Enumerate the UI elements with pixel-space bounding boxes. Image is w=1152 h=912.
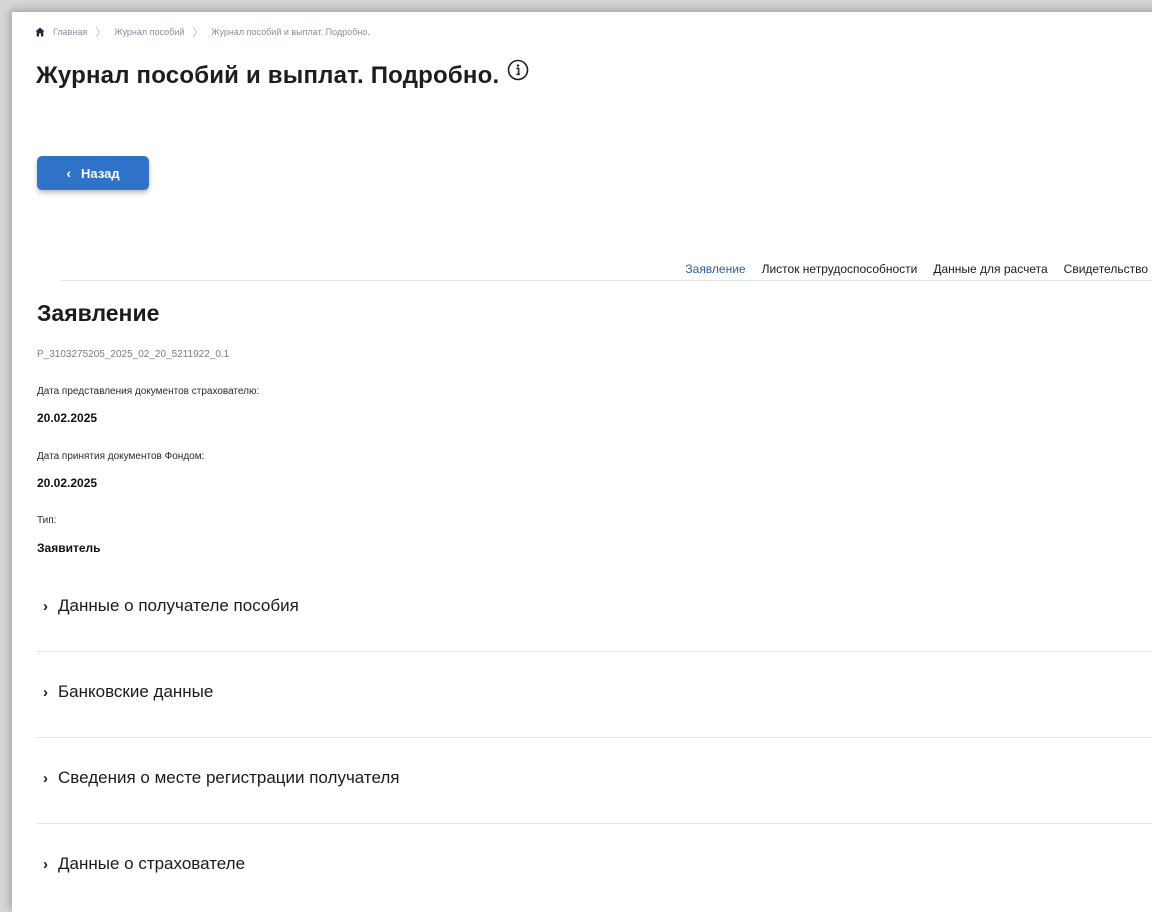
chevron-right-icon: › — [43, 855, 48, 873]
page-title: Журнал пособий и выплат. Подробно. — [36, 59, 529, 90]
accordion-item-recipient[interactable]: › Данные о получателе пособия — [37, 584, 1152, 670]
submission-date-value: 20.02.2025 — [37, 411, 98, 425]
breadcrumb-separator-icon: 〉 — [95, 27, 107, 39]
accordion-divider — [37, 737, 1152, 738]
accordion-header[interactable]: › Сведения о месте регистрации получател… — [43, 768, 400, 788]
tab-calculation-data[interactable]: Данные для расчета — [933, 262, 1047, 276]
accordion-item-bank[interactable]: › Банковские данные — [37, 670, 1152, 756]
section-title: Заявление — [37, 300, 160, 326]
chevron-right-icon: › — [43, 769, 48, 787]
tab-bar: Заявление Листок нетрудоспособности Данн… — [685, 262, 1148, 276]
accordion-label: Данные о получателе пособия — [58, 596, 299, 615]
accordion-divider — [37, 823, 1152, 824]
accordion-label: Сведения о месте регистрации получателя — [58, 768, 400, 787]
acceptance-date-value: 20.02.2025 — [37, 476, 98, 490]
chevron-right-icon: › — [43, 683, 48, 701]
tab-certificate[interactable]: Свидетельство — [1064, 262, 1148, 276]
type-value: Заявитель — [37, 541, 101, 555]
tab-sick-leave[interactable]: Листок нетрудоспособности — [762, 262, 918, 276]
accordion-header[interactable]: › Данные о получателе пособия — [43, 596, 299, 616]
chevron-left-icon: ‹ — [66, 165, 72, 181]
submission-date-label: Дата представления документов страховате… — [37, 386, 260, 397]
info-circle-icon[interactable] — [507, 59, 529, 81]
accordion-header[interactable]: › Данные о страхователе — [43, 854, 245, 874]
page-frame: Главная 〉 Журнал пособий 〉 Журнал пособи… — [12, 12, 1152, 912]
accordion-divider — [37, 651, 1152, 652]
accordion-header[interactable]: › Банковские данные — [43, 682, 213, 702]
breadcrumb: Главная 〉 Журнал пособий 〉 Журнал пособи… — [35, 24, 370, 40]
breadcrumb-item-journal[interactable]: Журнал пособий — [114, 27, 184, 37]
breadcrumb-separator-icon: 〉 — [192, 27, 204, 39]
type-label: Тип: — [37, 515, 57, 526]
back-button-label: Назад — [81, 165, 120, 181]
tabs-divider — [61, 280, 1152, 281]
accordion-item-registration[interactable]: › Сведения о месте регистрации получател… — [37, 756, 1152, 842]
page-title-text: Журнал пособий и выплат. Подробно. — [36, 62, 500, 89]
breadcrumb-item-home[interactable]: Главная — [53, 27, 87, 37]
breadcrumb-item-current: Журнал пособий и выплат. Подробно. — [211, 27, 370, 37]
document-id: P_3103275205_2025_02_20_5211922_0.1 — [37, 349, 230, 360]
acceptance-date-label: Дата принятия документов Фондом: — [37, 451, 205, 462]
chevron-right-icon: › — [43, 597, 48, 615]
accordion-label: Данные о страхователе — [58, 854, 246, 873]
accordion-item-employer[interactable]: › Данные о страхователе — [37, 842, 1152, 912]
back-button[interactable]: ‹ Назад — [37, 156, 149, 190]
tab-application[interactable]: Заявление — [685, 262, 745, 276]
accordion-label: Банковские данные — [58, 682, 214, 701]
home-icon[interactable] — [35, 27, 45, 37]
